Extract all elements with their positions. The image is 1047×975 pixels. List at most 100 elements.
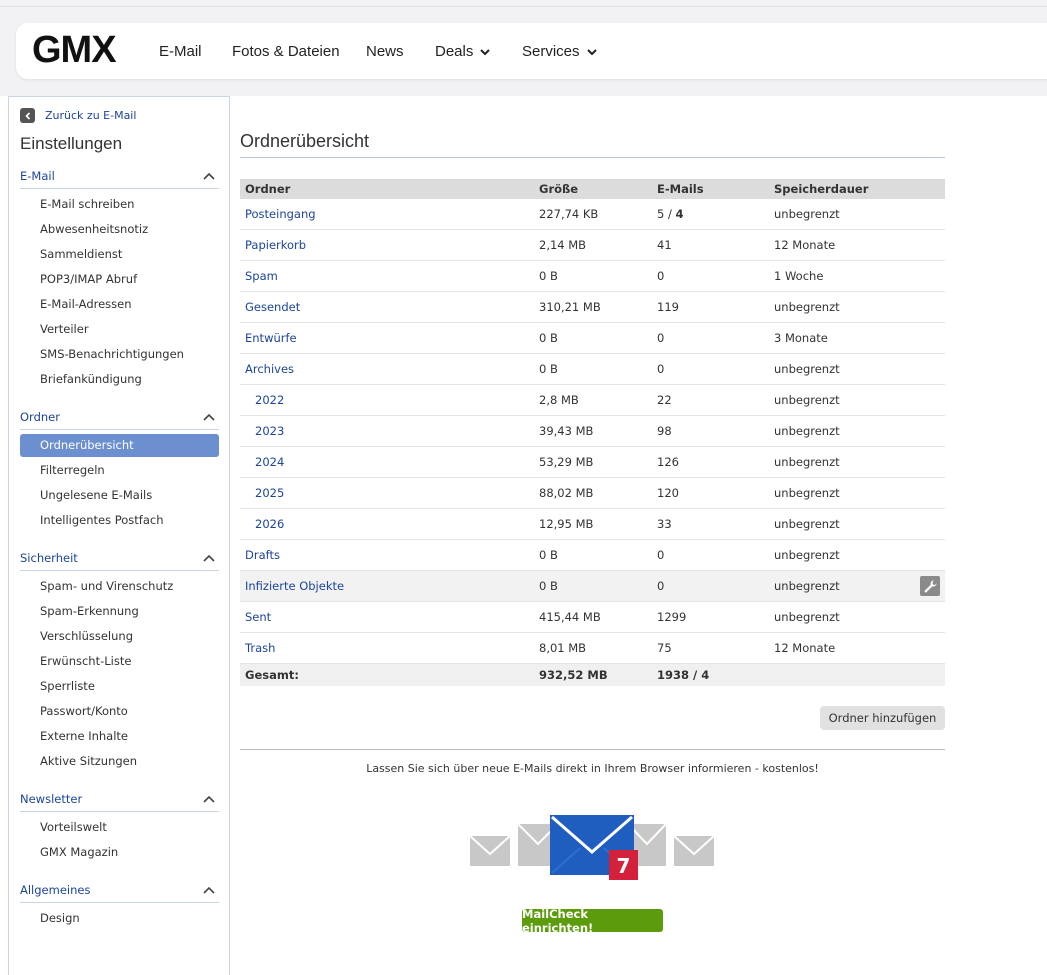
subfolder-name-link[interactable]: 2022: [255, 393, 284, 407]
folder-email-count: 0: [657, 269, 665, 283]
nav-email[interactable]: E-Mail: [159, 43, 202, 60]
main-nav: GMX E-Mail Fotos & Dateien News Deals Se…: [16, 23, 1047, 79]
folder-name-link[interactable]: Posteingang: [245, 207, 316, 221]
folder-storage: unbegrenzt: [774, 455, 840, 469]
section-allgemeines-label: Allgemeines: [20, 883, 91, 897]
folder-size: 2,8 MB: [539, 393, 579, 407]
table-row: 2026 12,95 MB 33 unbegrenzt: [240, 509, 945, 540]
subfolder-name-link[interactable]: 2024: [255, 455, 284, 469]
table-row: 2025 88,02 MB 120 unbegrenzt: [240, 478, 945, 509]
folder-size: 0 B: [539, 579, 558, 593]
folder-storage: 12 Monate: [774, 238, 836, 252]
chevron-left-icon: [20, 108, 35, 123]
sidebar-item-sammeldienst[interactable]: Sammeldienst: [20, 243, 219, 266]
table-header: Ordner Größe E-Mails Speicherdauer: [240, 179, 945, 199]
sidebar-item-sms[interactable]: SMS-Benachrichtigungen: [20, 343, 219, 366]
section-ordner-header[interactable]: Ordner: [20, 410, 219, 430]
folder-size: 39,43 MB: [539, 424, 594, 438]
mailcheck-setup-button[interactable]: MailCheck einrichten!: [522, 907, 663, 935]
sidebar-item-sperrliste[interactable]: Sperrliste: [20, 675, 219, 698]
nav-services-label: Services: [522, 43, 580, 60]
col-header-groesse: Größe: [539, 182, 579, 196]
folder-name-link[interactable]: Drafts: [245, 548, 280, 562]
nav-news[interactable]: News: [366, 43, 404, 60]
back-to-email-link[interactable]: Zurück zu E-Mail: [20, 108, 136, 123]
col-header-ordner: Ordner: [245, 182, 291, 196]
folder-name-link[interactable]: Entwürfe: [245, 331, 297, 345]
section-email-label: E-Mail: [20, 169, 55, 183]
col-header-emails: E-Mails: [657, 182, 704, 196]
sidebar-item-ordneruebersicht[interactable]: Ordnerübersicht: [20, 434, 219, 457]
sidebar-item-verschluesselung[interactable]: Verschlüsselung: [20, 625, 219, 648]
folder-email-count: 126: [657, 455, 679, 469]
folder-name-link[interactable]: Infizierte Objekte: [245, 579, 344, 593]
section-allgemeines-header[interactable]: Allgemeines: [20, 883, 219, 903]
title-divider: [240, 157, 945, 158]
folder-name-link[interactable]: Papierkorb: [245, 238, 306, 252]
subfolder-name-link[interactable]: 2025: [255, 486, 284, 500]
table-row: Posteingang 227,74 KB 5 / 4 unbegrenzt: [240, 199, 945, 230]
sidebar-item-abwesenheitsnotiz[interactable]: Abwesenheitsnotiz: [20, 218, 219, 241]
sidebar-item-gmx-magazin[interactable]: GMX Magazin: [20, 841, 219, 864]
folder-table: Ordner Größe E-Mails Speicherdauer Poste…: [240, 179, 945, 686]
col-header-speicherdauer: Speicherdauer: [774, 182, 869, 196]
section-email-header[interactable]: E-Mail: [20, 169, 219, 189]
folder-email-count: 41: [657, 238, 672, 252]
sidebar-item-briefankuendigung[interactable]: Briefankündigung: [20, 368, 219, 391]
mailcheck-envelope-illustration: 7: [469, 815, 715, 880]
back-link-label: Zurück zu E-Mail: [45, 109, 137, 122]
section-sicherheit-header[interactable]: Sicherheit: [20, 551, 219, 571]
folder-name-link[interactable]: Trash: [245, 641, 275, 655]
table-row: Trash 8,01 MB 75 12 Monate: [240, 633, 945, 664]
sidebar-item-vorteilswelt[interactable]: Vorteilswelt: [20, 816, 219, 839]
sidebar-item-pop3-imap[interactable]: POP3/IMAP Abruf: [20, 268, 219, 291]
chevron-up-icon: [203, 413, 215, 421]
sidebar-item-ungelesene[interactable]: Ungelesene E-Mails: [20, 484, 219, 507]
folder-size: 2,14 MB: [539, 238, 587, 252]
envelope-icon: [469, 835, 511, 866]
folder-storage: unbegrenzt: [774, 393, 840, 407]
folder-storage: 1 Woche: [774, 269, 824, 283]
sidebar-item-filterregeln[interactable]: Filterregeln: [20, 459, 219, 482]
table-row: Archives 0 B 0 unbegrenzt: [240, 354, 945, 385]
chevron-up-icon: [203, 554, 215, 562]
sidebar-item-email-schreiben[interactable]: E-Mail schreiben: [20, 193, 219, 216]
table-total-row: Gesamt: 932,52 MB 1938 / 4: [240, 664, 945, 686]
sidebar-item-spam-virenschutz[interactable]: Spam- und Virenschutz: [20, 575, 219, 598]
sidebar-item-verteiler[interactable]: Verteiler: [20, 318, 219, 341]
folder-email-count: 98: [657, 424, 672, 438]
sidebar-item-externe-inhalte[interactable]: Externe Inhalte: [20, 725, 219, 748]
sidebar-item-erwuenscht-liste[interactable]: Erwünscht-Liste: [20, 650, 219, 673]
notification-badge-count: 7: [617, 854, 631, 878]
sidebar-item-spam-erkennung[interactable]: Spam-Erkennung: [20, 600, 219, 623]
table-row: 2024 53,29 MB 126 unbegrenzt: [240, 447, 945, 478]
add-folder-button[interactable]: Ordner hinzufügen: [820, 706, 945, 730]
folder-name-link[interactable]: Spam: [245, 269, 278, 283]
sidebar-item-intelligentes-postfach[interactable]: Intelligentes Postfach: [20, 509, 219, 532]
table-row: Drafts 0 B 0 unbegrenzt: [240, 540, 945, 571]
folder-storage: unbegrenzt: [774, 610, 840, 624]
nav-services[interactable]: Services: [522, 43, 598, 60]
sidebar-item-design[interactable]: Design: [20, 907, 219, 930]
folder-name-link[interactable]: Gesendet: [245, 300, 300, 314]
total-emails: 1938 / 4: [657, 668, 710, 682]
folder-size: 0 B: [539, 362, 558, 376]
table-row: 2023 39,43 MB 98 unbegrenzt: [240, 416, 945, 447]
folder-name-link[interactable]: Archives: [245, 362, 294, 376]
wrench-icon[interactable]: [920, 576, 940, 596]
subfolder-name-link[interactable]: 2023: [255, 424, 284, 438]
sidebar-item-passwort-konto[interactable]: Passwort/Konto: [20, 700, 219, 723]
folder-email-count: 0: [657, 331, 665, 345]
folder-email-count: 120: [657, 486, 679, 500]
nav-deals[interactable]: Deals: [435, 43, 491, 60]
gmx-logo[interactable]: GMX: [32, 29, 117, 72]
section-newsletter-header[interactable]: Newsletter: [20, 792, 219, 812]
folder-name-link[interactable]: Sent: [245, 610, 271, 624]
sidebar-item-email-adressen[interactable]: E-Mail-Adressen: [20, 293, 219, 316]
email-count-total: 5 /: [657, 207, 676, 221]
folder-size: 8,01 MB: [539, 641, 587, 655]
nav-fotos-dateien[interactable]: Fotos & Dateien: [232, 43, 340, 60]
subfolder-name-link[interactable]: 2026: [255, 517, 284, 531]
nav-deals-label: Deals: [435, 43, 474, 60]
sidebar-item-aktive-sitzungen[interactable]: Aktive Sitzungen: [20, 750, 219, 773]
